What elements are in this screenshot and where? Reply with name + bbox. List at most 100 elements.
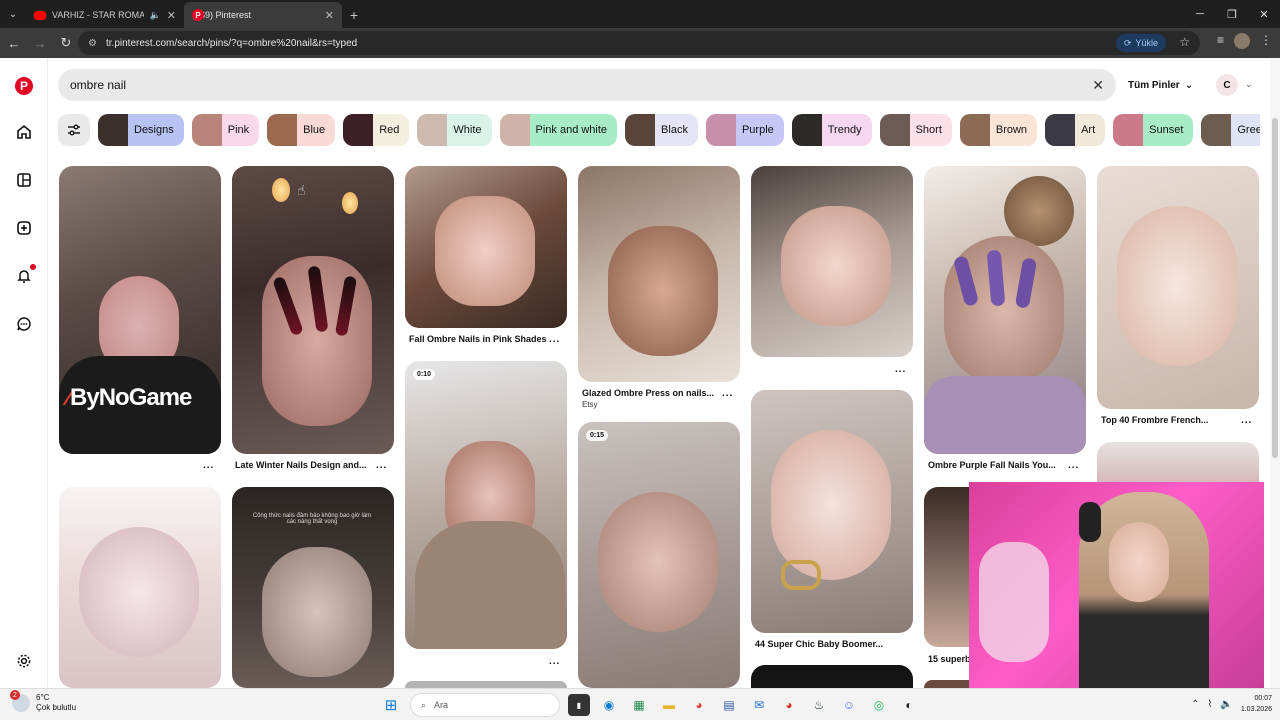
more-options-button[interactable]: ... bbox=[549, 334, 560, 345]
reload-icon[interactable]: ↻ bbox=[54, 31, 78, 55]
pin-image[interactable] bbox=[578, 166, 740, 382]
notifications-icon[interactable] bbox=[14, 264, 36, 286]
pin-title[interactable]: 44 Super Chic Baby Boomer... bbox=[755, 639, 883, 649]
bookmark-star-icon[interactable]: ☆ bbox=[1179, 35, 1190, 49]
reading-list-icon[interactable]: ≡ bbox=[1217, 33, 1224, 49]
more-options-button[interactable]: ... bbox=[376, 460, 387, 471]
tab-search-chevron-icon[interactable]: ⌄ bbox=[0, 0, 26, 28]
avatar[interactable]: C bbox=[1216, 74, 1238, 96]
pin-image[interactable] bbox=[924, 487, 974, 647]
store-icon[interactable]: ▦ bbox=[628, 694, 650, 716]
chrome-icon[interactable]: ◕ bbox=[688, 694, 710, 716]
spotify-icon[interactable]: ◎ bbox=[868, 694, 890, 716]
pin-video[interactable]: 0:10 bbox=[405, 361, 567, 649]
restore-icon[interactable]: ❐ bbox=[1216, 0, 1248, 28]
chip-purple[interactable]: Purple bbox=[705, 114, 784, 146]
pin-image[interactable] bbox=[924, 166, 1086, 454]
chip-red[interactable]: Red bbox=[343, 114, 410, 146]
pin-image[interactable] bbox=[924, 680, 974, 688]
messages-icon[interactable] bbox=[14, 314, 34, 334]
close-window-icon[interactable]: ✕ bbox=[1248, 0, 1280, 28]
filter-sliders-icon[interactable] bbox=[58, 114, 90, 146]
pin-image[interactable] bbox=[405, 681, 567, 688]
settings-gear-icon[interactable] bbox=[14, 651, 34, 671]
chip-blue[interactable]: Blue bbox=[267, 114, 336, 146]
pin-filter-dropdown[interactable]: Tüm Pinler ⌄ bbox=[1128, 69, 1193, 101]
pin-image[interactable] bbox=[1097, 166, 1259, 409]
task-view-icon[interactable]: ▮ bbox=[568, 694, 590, 716]
speaker-icon[interactable]: 🔈 bbox=[150, 10, 161, 21]
file-explorer-icon[interactable]: ▬ bbox=[658, 694, 680, 716]
tab-pinterest[interactable]: P (369) Pinterest ✕ bbox=[184, 2, 342, 28]
pin-image[interactable]: ⁄ByNoGame bbox=[59, 166, 221, 454]
weather-widget[interactable]: 2 6°C Çok bulutlu bbox=[10, 690, 76, 713]
chip-trendy[interactable]: Trendy bbox=[791, 114, 872, 146]
explore-icon[interactable] bbox=[14, 170, 34, 190]
pin-video[interactable]: 0:15 bbox=[578, 422, 740, 688]
pin-image[interactable] bbox=[751, 665, 913, 688]
tab-youtube[interactable]: VARHIZ - STAR ROMAN (Of 🔈 ✕ bbox=[26, 2, 184, 28]
volume-icon[interactable]: 🔈 bbox=[1220, 699, 1232, 710]
site-info-icon[interactable]: ⚙ bbox=[88, 38, 100, 49]
pin-source[interactable]: Etsy bbox=[582, 400, 598, 409]
clock[interactable]: 00:07 1.03.2026 bbox=[1241, 693, 1272, 715]
more-options-button[interactable]: ... bbox=[895, 364, 906, 375]
close-tab-icon[interactable]: ✕ bbox=[325, 9, 334, 22]
obs-icon[interactable]: ◐ bbox=[898, 694, 920, 716]
pin-image[interactable] bbox=[751, 166, 913, 357]
update-button[interactable]: ⟳ Yükle bbox=[1115, 34, 1166, 52]
close-tab-icon[interactable]: ✕ bbox=[167, 9, 176, 22]
account-chevron-icon[interactable]: ⌄ bbox=[1245, 79, 1253, 90]
more-options-button[interactable]: ... bbox=[1241, 415, 1252, 426]
more-options-button[interactable]: ... bbox=[549, 656, 560, 667]
pin-title[interactable]: Glazed Ombre Press on nails... bbox=[582, 388, 714, 398]
pin-image[interactable] bbox=[232, 166, 394, 454]
chip-art[interactable]: Art bbox=[1045, 114, 1106, 146]
chip-gree[interactable]: Gree bbox=[1201, 114, 1260, 146]
pin-image[interactable] bbox=[1097, 442, 1259, 482]
calculator-icon[interactable]: ▤ bbox=[718, 694, 740, 716]
chip-white[interactable]: White bbox=[417, 114, 492, 146]
home-icon[interactable] bbox=[14, 122, 34, 142]
back-icon[interactable]: ← bbox=[2, 31, 26, 55]
windows-start-icon[interactable]: ⊞ bbox=[380, 694, 402, 716]
pin-image[interactable] bbox=[59, 487, 221, 688]
menu-icon[interactable]: ⋮ bbox=[1260, 33, 1272, 49]
pin-title[interactable]: Ombre Purple Fall Nails You... bbox=[928, 460, 1056, 470]
chip-sunset[interactable]: Sunset bbox=[1113, 114, 1194, 146]
pin-image[interactable] bbox=[751, 390, 913, 633]
pinterest-logo-icon[interactable]: P bbox=[14, 76, 34, 96]
pin-title[interactable]: Fall Ombre Nails in Pink Shades bbox=[409, 334, 547, 344]
minimize-icon[interactable]: ─ bbox=[1184, 0, 1216, 28]
tray-chevron-up-icon[interactable]: ⌃ bbox=[1191, 699, 1199, 710]
pin-image[interactable] bbox=[405, 166, 567, 328]
pin-title[interactable]: Top 40 Frombre French... bbox=[1101, 415, 1208, 425]
steam-icon[interactable]: ♨ bbox=[808, 694, 830, 716]
url-input[interactable]: ⚙ tr.pinterest.com/search/pins/?q=ombre%… bbox=[78, 31, 1200, 55]
edge-icon[interactable]: ◉ bbox=[598, 694, 620, 716]
network-icon[interactable]: ⌇ bbox=[1208, 699, 1213, 710]
more-options-button[interactable]: ... bbox=[722, 388, 733, 399]
chip-pink-and-white[interactable]: Pink and white bbox=[499, 114, 618, 146]
scrollbar[interactable] bbox=[1270, 58, 1280, 688]
more-options-button[interactable]: ... bbox=[1068, 460, 1079, 471]
chip-pink[interactable]: Pink bbox=[191, 114, 260, 146]
scrollbar-thumb[interactable] bbox=[1272, 118, 1278, 458]
taskbar-search[interactable]: ⌕ Ara bbox=[410, 693, 560, 717]
chip-short[interactable]: Short bbox=[879, 114, 952, 146]
chip-brown[interactable]: Brown bbox=[959, 114, 1038, 146]
pin-image[interactable]: Công thức nails đảm bảo không bao giờ là… bbox=[232, 487, 394, 688]
forward-icon[interactable]: → bbox=[28, 31, 52, 55]
pin-title[interactable]: 15 superb bbox=[928, 654, 971, 664]
search-input[interactable]: ombre nail ✕ bbox=[58, 69, 1116, 101]
chip-designs[interactable]: Designs bbox=[98, 114, 184, 146]
create-icon[interactable] bbox=[14, 218, 34, 238]
pin-title[interactable]: Late Winter Nails Design and... bbox=[235, 460, 366, 470]
profile-avatar[interactable] bbox=[1234, 33, 1250, 49]
mail-icon[interactable]: ✉ bbox=[748, 694, 770, 716]
new-tab-button[interactable]: + bbox=[342, 2, 366, 28]
discord-icon[interactable]: ☺ bbox=[838, 694, 860, 716]
more-options-button[interactable]: ... bbox=[203, 460, 214, 471]
chip-black[interactable]: Black bbox=[625, 114, 698, 146]
clear-search-icon[interactable]: ✕ bbox=[1092, 77, 1104, 94]
